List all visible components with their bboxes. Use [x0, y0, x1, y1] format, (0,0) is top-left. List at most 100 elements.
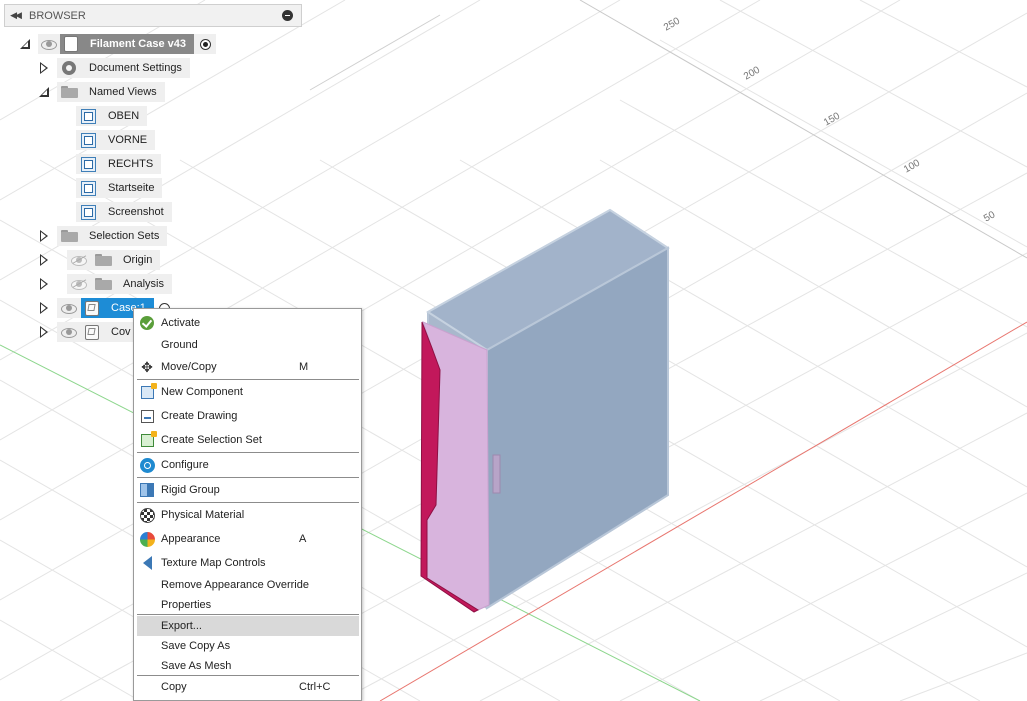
blank-icon: [138, 678, 156, 696]
eye-icon[interactable]: [57, 298, 81, 318]
gear-icon: [57, 58, 81, 78]
tree-analysis[interactable]: Analysis: [39, 274, 172, 294]
menu-separator: [137, 614, 359, 615]
expand-arrow-icon[interactable]: [39, 326, 49, 338]
collapse-arrow-icon[interactable]: [20, 38, 30, 50]
eye-hidden-icon[interactable]: [67, 274, 91, 294]
menu-item-create-selection-set[interactable]: Create Selection Set: [137, 430, 359, 450]
menu-separator: [137, 675, 359, 676]
named-view-label[interactable]: OBEN: [100, 106, 148, 126]
tree-analysis-label[interactable]: Analysis: [115, 274, 172, 294]
component-icon: [81, 322, 103, 342]
expand-arrow-icon[interactable]: [39, 254, 49, 266]
named-view-label[interactable]: Screenshot: [100, 202, 172, 222]
folder-icon: [91, 250, 115, 270]
menu-item-create-drawing[interactable]: Create Drawing: [137, 406, 359, 426]
blank-icon: [138, 617, 156, 635]
menu-item-label: Properties: [161, 599, 212, 611]
menu-item-shortcut: Ctrl+C: [299, 681, 331, 693]
browser-header: ◀◀ BROWSER: [4, 4, 302, 27]
tree-named-views[interactable]: Named Views: [39, 82, 165, 102]
named-view-item[interactable]: VORNE: [76, 130, 156, 150]
folder-icon: [57, 82, 81, 102]
blank-icon: [138, 596, 156, 614]
menu-item-label: Export...: [161, 620, 202, 632]
menu-item-move-copy[interactable]: ✥ Move/Copy M: [137, 357, 359, 377]
menu-item-properties[interactable]: Properties: [137, 595, 359, 615]
appearance-icon: [138, 530, 156, 548]
menu-item-appearance[interactable]: Appearance A: [137, 529, 359, 549]
menu-item-copy[interactable]: Copy Ctrl+C: [137, 677, 359, 697]
named-view-item[interactable]: OBEN: [76, 106, 148, 126]
named-view-label[interactable]: Startseite: [100, 178, 163, 198]
tree-origin-label[interactable]: Origin: [115, 250, 161, 270]
blank-icon: [138, 336, 156, 354]
menu-item-shortcut: M: [299, 361, 309, 373]
menu-item-label: Appearance: [161, 533, 221, 545]
tree-root[interactable]: Filament Case v43: [20, 34, 216, 54]
expand-arrow-icon[interactable]: [39, 62, 49, 74]
menu-item-label: Ground: [161, 339, 198, 351]
menu-item-label: Configure: [161, 459, 209, 471]
expand-arrow-icon[interactable]: [39, 230, 49, 242]
blank-icon: [138, 657, 156, 675]
menu-item-export[interactable]: Export...: [137, 616, 359, 636]
check-circle-icon: [138, 314, 156, 332]
tree-cover-component[interactable]: Cov: [39, 322, 139, 342]
named-view-icon: [76, 154, 100, 174]
minus-circle-icon[interactable]: [282, 10, 293, 21]
selection-set-icon: [138, 430, 157, 449]
named-view-label[interactable]: VORNE: [100, 130, 156, 150]
named-view-icon: [76, 202, 100, 222]
case-body[interactable]: [420, 208, 670, 613]
folder-icon: [91, 274, 115, 294]
tree-selection-sets-label[interactable]: Selection Sets: [81, 226, 168, 246]
named-view-label[interactable]: RECHTS: [100, 154, 162, 174]
named-view-item[interactable]: RECHTS: [76, 154, 162, 174]
menu-item-label: New Component: [161, 386, 243, 398]
menu-item-new-component[interactable]: New Component: [137, 382, 359, 402]
menu-item-label: Activate: [161, 317, 201, 329]
tree-root-label[interactable]: Filament Case v43: [82, 34, 194, 54]
menu-item-save-copy-as[interactable]: Save Copy As: [137, 636, 359, 656]
menu-item-label: Rigid Group: [161, 484, 220, 496]
case-slot: [492, 454, 501, 494]
move-arrows-icon: ✥: [141, 359, 153, 375]
tree-named-views-label[interactable]: Named Views: [81, 82, 165, 102]
eye-icon[interactable]: [57, 322, 81, 342]
physical-material-icon: [138, 506, 156, 524]
menu-item-physical-material[interactable]: Physical Material: [137, 505, 359, 525]
menu-item-configure[interactable]: Configure: [137, 455, 359, 475]
collapse-arrow-icon[interactable]: [39, 86, 49, 98]
expand-arrow-icon[interactable]: [39, 278, 49, 290]
menu-item-activate[interactable]: Activate: [137, 313, 359, 333]
eye-hidden-icon[interactable]: [67, 250, 91, 270]
menu-item-shortcut: A: [299, 533, 307, 545]
rigid-group-icon: [138, 481, 156, 499]
named-view-item[interactable]: Screenshot: [76, 202, 172, 222]
expand-arrow-icon[interactable]: [39, 302, 49, 314]
tree-origin[interactable]: Origin: [39, 250, 161, 270]
named-view-icon: [76, 130, 100, 150]
menu-item-label: Texture Map Controls: [161, 557, 266, 569]
menu-separator: [137, 379, 359, 380]
menu-item-label: Copy: [161, 681, 187, 693]
context-menu: Activate Ground ✥ Move/Copy M New Compon…: [133, 308, 362, 701]
tree-selection-sets[interactable]: Selection Sets: [39, 226, 168, 246]
eye-icon[interactable]: [38, 34, 60, 54]
menu-item-remove-appearance-override[interactable]: Remove Appearance Override: [137, 575, 359, 595]
menu-item-rigid-group[interactable]: Rigid Group: [137, 480, 359, 500]
tree-document-settings[interactable]: Document Settings: [39, 58, 190, 78]
new-component-icon: [138, 382, 157, 401]
named-view-item[interactable]: Startseite: [76, 178, 163, 198]
menu-item-texture-map-controls[interactable]: Texture Map Controls: [137, 553, 359, 573]
menu-item-label: Move/Copy: [161, 361, 217, 373]
menu-separator: [137, 502, 359, 503]
menu-item-label: Save Copy As: [161, 640, 231, 652]
menu-item-save-as-mesh[interactable]: Save As Mesh: [137, 656, 359, 676]
folder-icon: [57, 226, 81, 246]
double-chevron-left-icon[interactable]: ◀◀: [5, 10, 25, 21]
tree-document-settings-label[interactable]: Document Settings: [81, 58, 190, 78]
menu-item-ground[interactable]: Ground: [137, 335, 359, 355]
activate-radio-icon[interactable]: [194, 34, 216, 54]
